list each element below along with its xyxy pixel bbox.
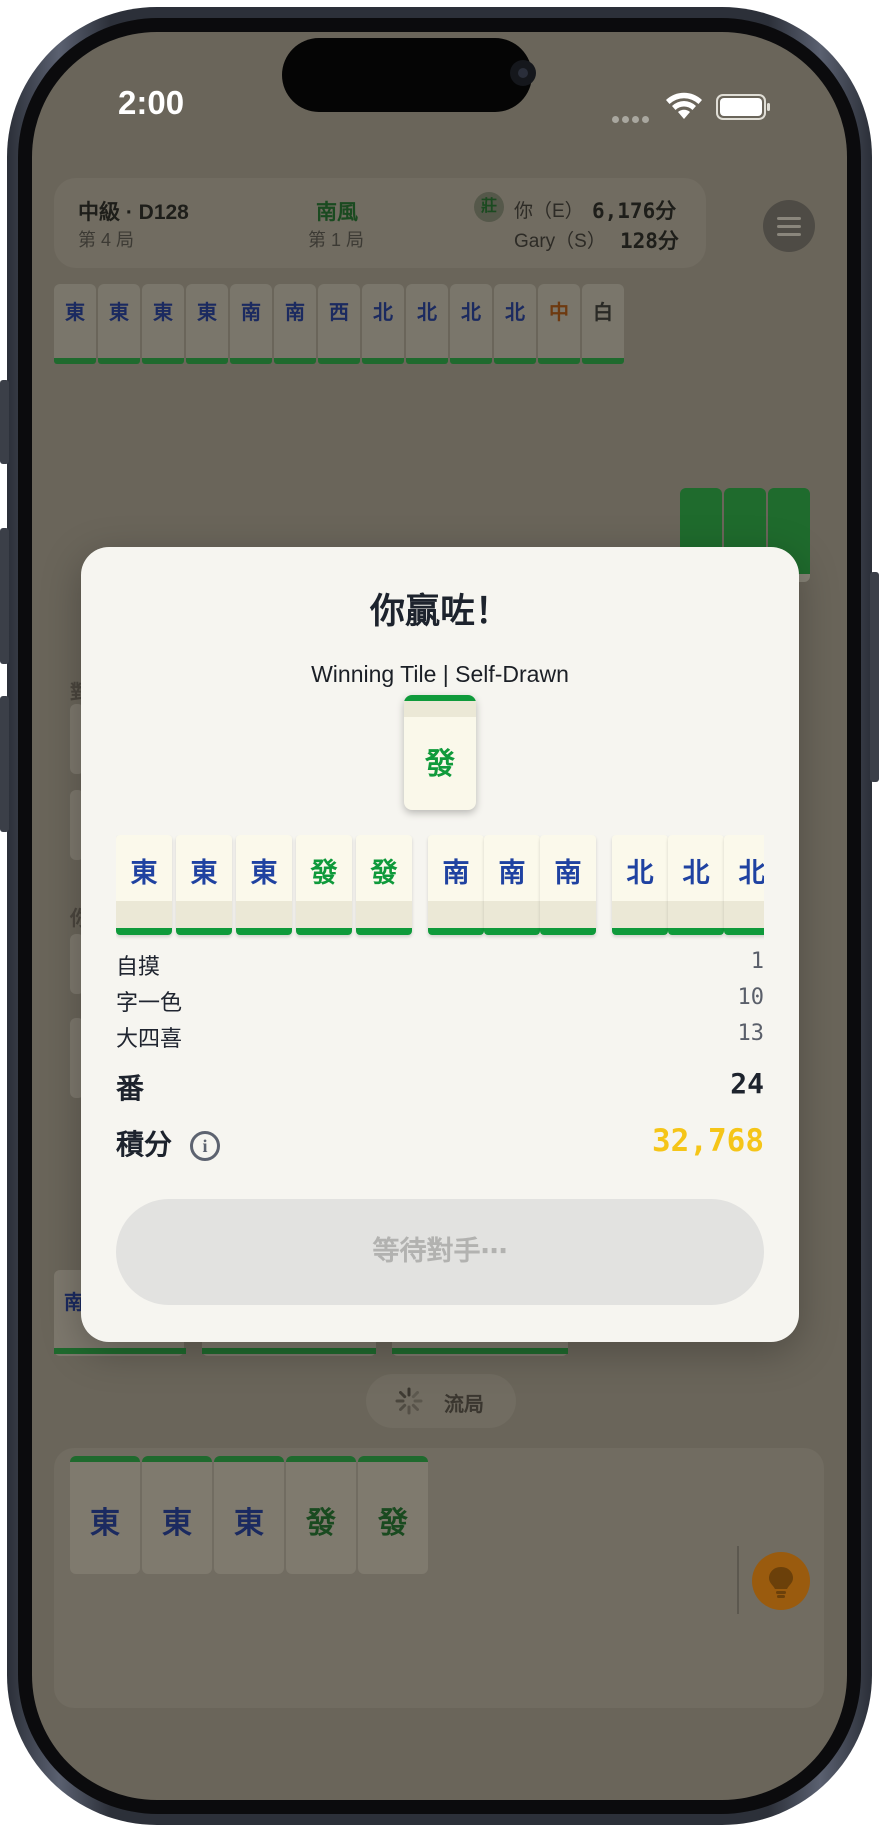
tile-char: 東 xyxy=(250,858,278,889)
dialog-title: 你贏咗！ xyxy=(369,592,510,632)
hand-tile[interactable]: 東 xyxy=(142,1456,212,1574)
volume-down-button xyxy=(0,696,9,832)
score-row: 積分 i 32,768 xyxy=(116,1123,764,1163)
meld-base xyxy=(54,1348,186,1354)
winning-tile: 發 xyxy=(404,695,476,810)
tile-char: 發 xyxy=(310,858,338,889)
opponent-tile: 北 xyxy=(362,284,404,364)
wind-label: 南風 xyxy=(316,201,358,224)
opponent-tile: 南 xyxy=(230,284,272,364)
fan-item: 大四喜 13 xyxy=(116,1021,764,1053)
fan-item: 自摸 1 xyxy=(116,949,764,981)
lightbulb-icon xyxy=(769,1567,793,1598)
info-icon[interactable]: i xyxy=(190,1131,221,1161)
opponent-tile: 西 xyxy=(318,284,360,364)
wifi-icon xyxy=(666,92,702,119)
draw-indicator: 流局 xyxy=(366,1374,516,1428)
hand-tile[interactable]: 東 xyxy=(70,1456,140,1574)
round-label: 第 4 局 xyxy=(78,230,135,250)
divider xyxy=(737,1546,739,1614)
opponent-tile: 北 xyxy=(406,284,448,364)
signal-icon xyxy=(612,108,652,127)
tile-char: 南 xyxy=(554,858,582,889)
tile-char: 北 xyxy=(738,858,765,889)
tile-char: 北 xyxy=(626,858,654,889)
opponent-melds: 東 東 東 東 南 南 西 北 北 北 北 中 白 xyxy=(54,284,626,364)
power-button xyxy=(870,572,879,782)
tile-char: 南 xyxy=(498,858,526,889)
hand-tile: 東 xyxy=(176,835,232,935)
player1-name: 你（E） xyxy=(514,201,584,222)
tile-char: 東 xyxy=(130,858,158,889)
opponent-tile: 北 xyxy=(494,284,536,364)
meld-base xyxy=(202,1348,376,1354)
opponent-tile: 東 xyxy=(54,284,96,364)
fan-item-value: 1 xyxy=(750,949,764,974)
fan-item-name: 大四喜 xyxy=(116,1027,183,1052)
player1-score: 6,176分 xyxy=(592,199,677,223)
hint-button[interactable] xyxy=(752,1552,810,1610)
hand-tile: 北 xyxy=(724,835,764,935)
dynamic-island xyxy=(282,38,532,112)
player2-name: Gary（S） xyxy=(514,231,606,252)
status-time: 2:00 xyxy=(118,84,185,121)
camera-icon xyxy=(510,60,536,86)
hand-tile[interactable]: 發 xyxy=(286,1456,356,1574)
silent-switch xyxy=(0,380,9,464)
score-value: 32,768 xyxy=(652,1123,764,1159)
fan-item-value: 13 xyxy=(737,1021,765,1046)
hand-tile[interactable]: 東 xyxy=(214,1456,284,1574)
hand-tile: 北 xyxy=(612,835,668,935)
hand-tile: 發 xyxy=(356,835,412,935)
spinner-icon xyxy=(395,1387,423,1415)
game-header: 中級 · D128 第 4 局 南風 第 1 局 莊 你（E） 6,176分 G… xyxy=(54,178,706,268)
opponent-tile: 白 xyxy=(582,284,624,364)
player2-score: 128分 xyxy=(620,229,679,253)
fan-item: 字一色 10 xyxy=(116,985,764,1017)
opponent-tile: 中 xyxy=(538,284,580,364)
hand-tile: 東 xyxy=(116,835,172,935)
opponent-tile: 東 xyxy=(98,284,140,364)
waiting-button[interactable]: 等待對手⋯ xyxy=(116,1199,764,1305)
hand-tile[interactable]: 發 xyxy=(358,1456,428,1574)
tile-char: 南 xyxy=(442,858,470,889)
hand-tile: 北 xyxy=(668,835,724,935)
dealer-badge: 莊 xyxy=(474,192,504,222)
hand-tile: 南 xyxy=(540,835,596,935)
battery-icon xyxy=(716,94,770,120)
volume-up-button xyxy=(0,528,9,664)
meld-base xyxy=(392,1348,568,1354)
dialog-subtitle: Winning Tile | Self-Drawn xyxy=(311,661,569,687)
hand-tile: 東 xyxy=(236,835,292,935)
tile-char: 發 xyxy=(370,858,398,889)
winning-hand: 東 東 東 發 發 南 南 南 北 北 北 xyxy=(116,835,764,943)
hand-label: 第 1 局 xyxy=(308,230,365,250)
fan-total-row: 番 24 xyxy=(116,1067,764,1107)
opponent-tile: 北 xyxy=(450,284,492,364)
fan-item-value: 10 xyxy=(737,985,765,1010)
opponent-tile: 南 xyxy=(274,284,316,364)
screen: 2:00 中級 · D128 第 4 局 南風 第 1 局 莊 你（E） 6,1… xyxy=(32,32,847,1800)
fan-item-name: 字一色 xyxy=(116,991,183,1016)
fan-total-value: 24 xyxy=(730,1067,764,1100)
hand-tile: 發 xyxy=(296,835,352,935)
tile-char: 北 xyxy=(682,858,710,889)
draw-label: 流局 xyxy=(444,1392,484,1416)
level-label: 中級 · D128 xyxy=(78,201,189,224)
opponent-tile: 東 xyxy=(142,284,184,364)
winning-tile-char: 發 xyxy=(425,747,455,782)
fan-item-name: 自摸 xyxy=(116,955,161,980)
menu-button[interactable] xyxy=(763,200,815,252)
tile-char: 東 xyxy=(190,858,218,889)
opponent-tile: 東 xyxy=(186,284,228,364)
hand-tile: 南 xyxy=(428,835,484,935)
hand-tile: 南 xyxy=(484,835,540,935)
score-label: 積分 xyxy=(116,1128,173,1161)
win-dialog: 你贏咗！ Winning Tile | Self-Drawn 發 東 東 東 發… xyxy=(81,547,799,1342)
fan-total-label: 番 xyxy=(116,1072,145,1105)
